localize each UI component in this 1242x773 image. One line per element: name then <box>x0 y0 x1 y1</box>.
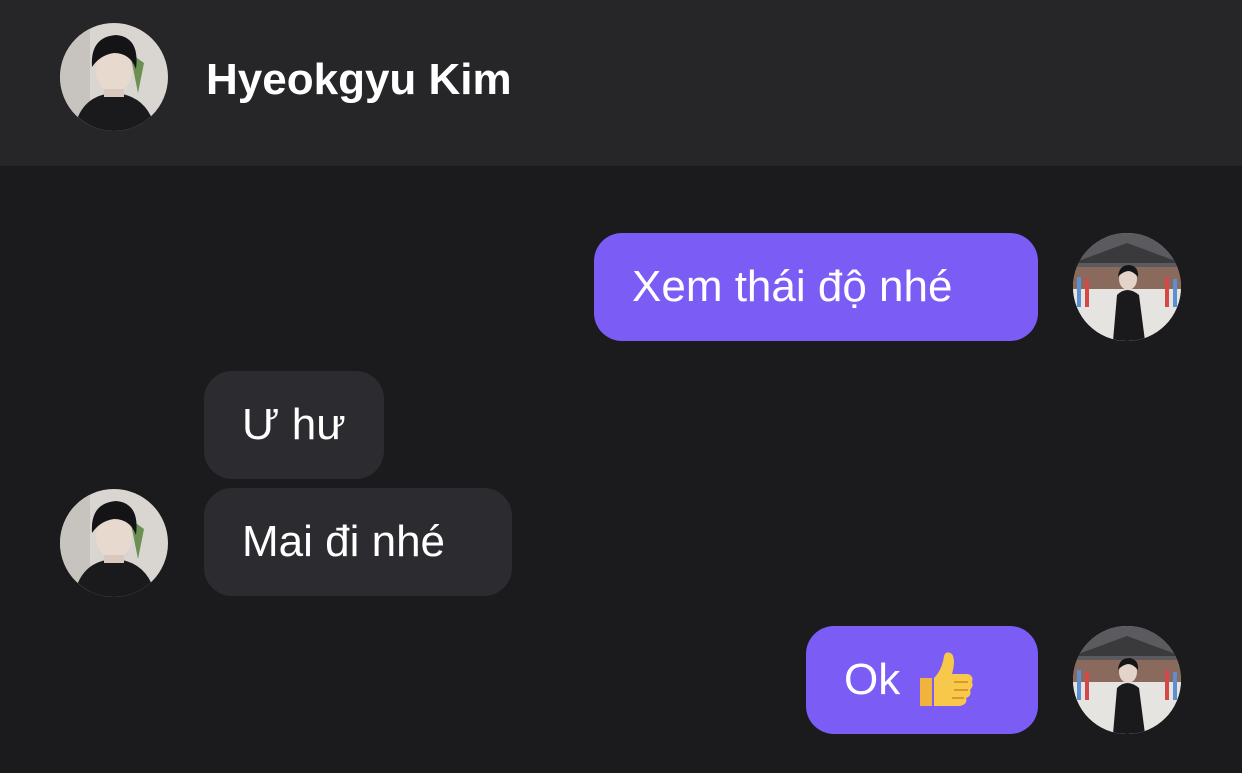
self-avatar-image <box>1073 233 1181 341</box>
message-text: Xem thái độ nhé <box>632 262 953 311</box>
message-bubble-outgoing[interactable]: Ok <box>806 626 1038 734</box>
message-bubble-outgoing[interactable]: Xem thái độ nhé <box>594 233 1038 341</box>
contact-avatar[interactable] <box>60 23 168 131</box>
self-avatar[interactable] <box>1073 626 1181 734</box>
self-avatar-image <box>1073 626 1181 734</box>
message-text: Ư hư <box>242 400 346 449</box>
message-text: Ok <box>844 655 901 704</box>
contact-name[interactable]: Hyeokgyu Kim <box>206 52 512 108</box>
contact-avatar[interactable] <box>60 489 168 597</box>
message-text: Mai đi nhé <box>242 517 446 566</box>
message-bubble-incoming[interactable]: Mai đi nhé <box>204 488 512 596</box>
message-bubble-incoming[interactable]: Ư hư <box>204 371 384 479</box>
thumbs-up-icon <box>912 648 976 712</box>
message-list: Xem thái độ nhé Ư hư Mai đi nhé Ok <box>0 166 1242 773</box>
contact-avatar-image <box>60 489 168 597</box>
chat-header: Hyeokgyu Kim <box>0 0 1242 166</box>
contact-avatar-image <box>60 23 168 131</box>
self-avatar[interactable] <box>1073 233 1181 341</box>
